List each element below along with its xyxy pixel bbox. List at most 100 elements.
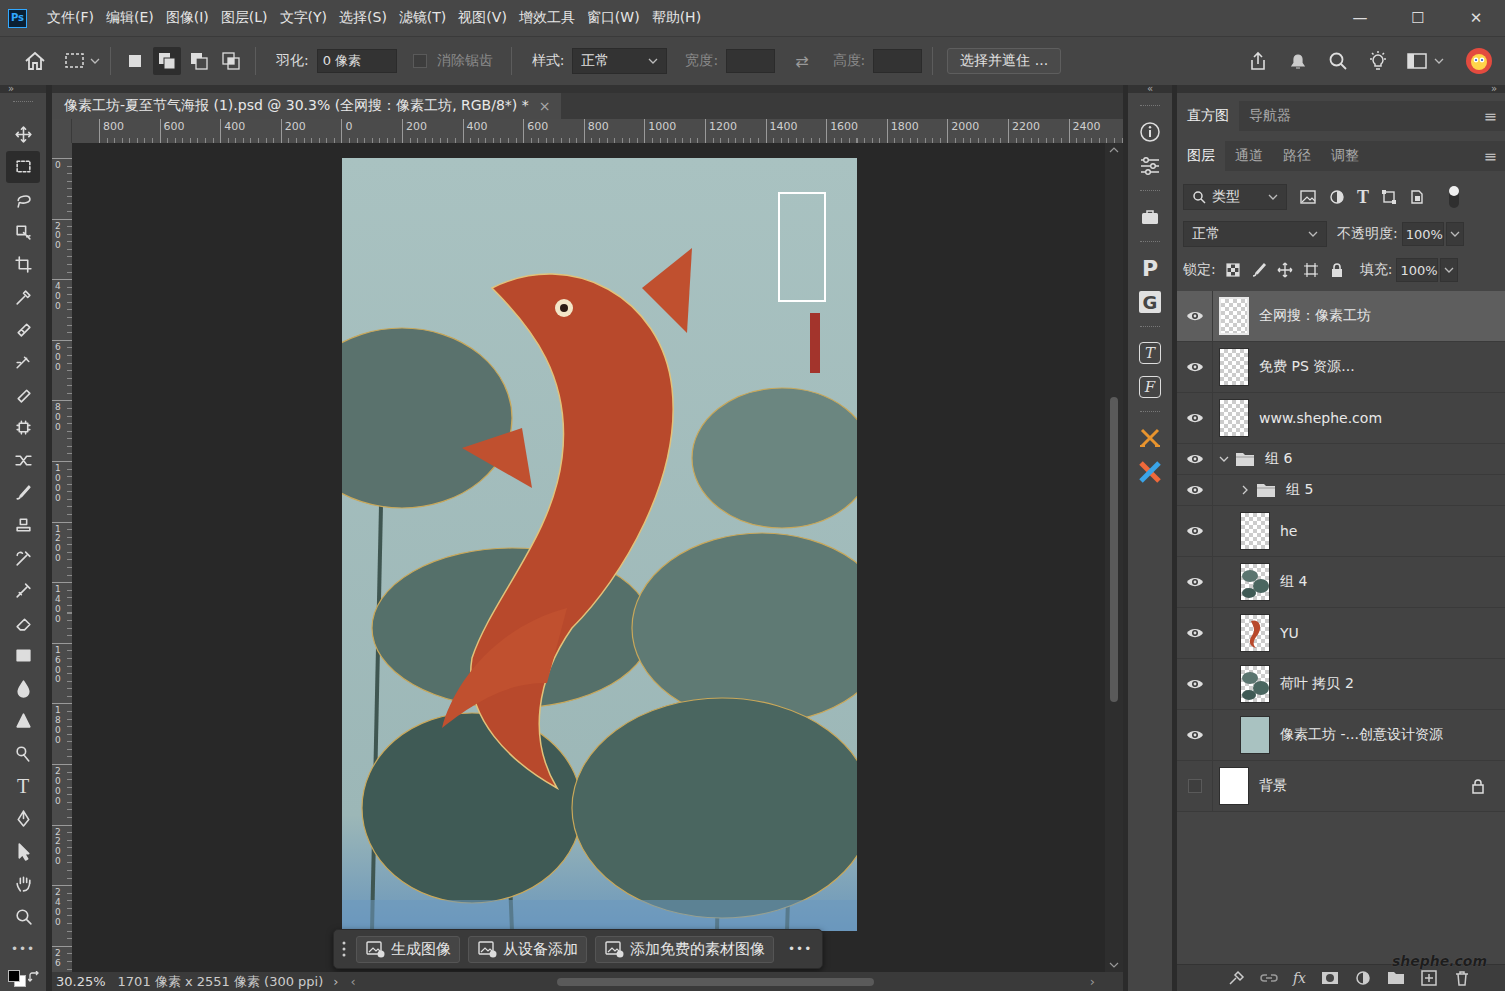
visibility-toggle[interactable] — [1177, 608, 1213, 658]
plugin-x2-button[interactable] — [1133, 455, 1167, 489]
scroll-thumb[interactable] — [1110, 397, 1118, 701]
lock-pixels-brush-icon[interactable] — [1251, 262, 1267, 278]
visibility-toggle[interactable] — [1177, 393, 1213, 443]
width-input[interactable] — [726, 49, 775, 73]
trash-icon[interactable] — [1453, 970, 1471, 986]
tool-button[interactable] — [6, 802, 40, 835]
selection-mode-button[interactable] — [185, 47, 213, 75]
swap-button[interactable]: ⇄ — [795, 52, 808, 71]
visibility-toggle[interactable] — [1177, 710, 1213, 760]
zoom-level[interactable]: 30.25% — [56, 974, 106, 989]
workspace-switcher[interactable] — [1406, 51, 1444, 71]
layer-name[interactable]: 免费 PS 资源... — [1259, 358, 1355, 376]
menu-item[interactable]: 编辑(E) — [100, 9, 160, 27]
select-and-mask-button[interactable]: 选择并遮住 ... — [947, 48, 1061, 74]
adjustment-layer-icon[interactable] — [1354, 970, 1372, 986]
tool-button[interactable] — [6, 640, 40, 673]
tool-button[interactable] — [6, 737, 40, 770]
layer-name[interactable]: 组 4 — [1280, 573, 1307, 591]
layer-row[interactable]: YU — [1177, 608, 1505, 659]
tool-button[interactable] — [6, 151, 40, 184]
contextual-button[interactable]: 添加免费的素材图像 — [595, 936, 774, 963]
antialias-checkbox[interactable] — [413, 54, 427, 68]
scroll-left-button[interactable]: ‹ — [351, 974, 356, 989]
menu-item[interactable]: 文字(Y) — [274, 9, 333, 27]
visibility-toggle[interactable] — [1177, 291, 1213, 341]
layer-name[interactable]: 组 5 — [1286, 481, 1313, 499]
tool-button[interactable] — [6, 314, 40, 347]
visibility-toggle[interactable] — [1177, 475, 1213, 505]
layer-row[interactable]: 组 5 — [1177, 475, 1505, 506]
info-panel-button[interactable] — [1133, 115, 1167, 149]
shape-filter-icon[interactable] — [1381, 189, 1397, 205]
layer-row[interactable]: 像素工坊 -...创意设计资源 — [1177, 710, 1505, 761]
panel-tab[interactable]: 调整 — [1321, 141, 1369, 171]
selection-mode-button[interactable] — [121, 47, 149, 75]
tool-button[interactable] — [6, 216, 40, 249]
properties-panel-button[interactable] — [1133, 149, 1167, 183]
contextual-button[interactable]: 生成图像 — [356, 936, 460, 963]
font-panel-button[interactable]: F — [1133, 370, 1167, 404]
layer-row[interactable]: www.shephe.com — [1177, 393, 1505, 444]
smart-object-filter-icon[interactable] — [1409, 189, 1425, 205]
lock-transparency-icon[interactable] — [1225, 262, 1241, 278]
layer-row[interactable]: 全网搜：像素工坊 — [1177, 291, 1505, 342]
filter-toggle[interactable] — [1449, 186, 1459, 208]
tool-button[interactable] — [6, 379, 40, 412]
libraries-panel-button[interactable] — [1133, 200, 1167, 234]
group-chevron-icon[interactable] — [1240, 485, 1250, 495]
layer-row[interactable]: 背景 — [1177, 761, 1505, 812]
panel-tab[interactable]: 路径 — [1273, 141, 1321, 171]
link-layers-icon[interactable] — [1260, 970, 1278, 986]
layer-row[interactable]: 组 4 — [1177, 557, 1505, 608]
tool-button[interactable] — [6, 705, 40, 738]
selection-mode-button[interactable] — [217, 47, 245, 75]
expand-panels-button[interactable]: « — [1128, 85, 1172, 93]
window-control[interactable]: ☐ — [1389, 9, 1447, 27]
selection-mode-button[interactable] — [153, 47, 181, 75]
visibility-toggle[interactable] — [1177, 659, 1213, 709]
character-panel-button[interactable]: T — [1133, 336, 1167, 370]
layer-name[interactable]: www.shephe.com — [1259, 410, 1382, 426]
layer-name[interactable]: 荷叶 拷贝 2 — [1280, 675, 1354, 693]
layer-name[interactable]: 全网搜：像素工坊 — [1259, 307, 1371, 325]
menu-item[interactable]: 视图(V) — [452, 9, 513, 27]
panel-tab[interactable]: 通道 — [1225, 141, 1273, 171]
pixel-layer-filter-icon[interactable] — [1299, 189, 1317, 205]
visibility-toggle[interactable] — [1177, 444, 1213, 474]
panel-tab[interactable]: 图层 — [1177, 141, 1225, 171]
style-dropdown[interactable]: 正常 — [572, 48, 667, 74]
layer-name[interactable]: YU — [1280, 625, 1299, 641]
menu-item[interactable]: 文件(F) — [41, 9, 100, 27]
visibility-toggle[interactable] — [1177, 761, 1213, 811]
plugin-x-button[interactable] — [1133, 421, 1167, 455]
feather-input[interactable]: 0 像素 — [317, 49, 397, 73]
group-chevron-icon[interactable] — [1219, 454, 1229, 464]
fill-slider-button[interactable] — [1440, 258, 1458, 282]
layer-row[interactable]: 组 6 — [1177, 444, 1505, 475]
menu-item[interactable]: 帮助(H) — [646, 9, 707, 27]
filter-kind-dropdown[interactable]: 类型 — [1183, 184, 1287, 210]
new-group-icon[interactable] — [1387, 970, 1405, 986]
panel-tab[interactable]: 直方图 — [1177, 101, 1239, 131]
tool-button[interactable]: T — [6, 770, 40, 803]
plugin-p-button[interactable]: P — [1133, 251, 1167, 285]
window-control[interactable]: — — [1331, 9, 1389, 27]
drag-handle-icon[interactable] — [340, 938, 348, 960]
tool-button[interactable] — [6, 574, 40, 607]
blend-mode-dropdown[interactable]: 正常 — [1183, 221, 1327, 247]
adjustment-filter-icon[interactable] — [1329, 189, 1345, 205]
height-input[interactable] — [873, 49, 922, 73]
tool-button[interactable] — [6, 444, 40, 477]
scroll-track[interactable] — [362, 978, 1084, 986]
panel-menu-button[interactable]: ≡ — [1476, 101, 1505, 131]
collapse-panels-button[interactable]: » — [1177, 85, 1505, 93]
poster-artwork[interactable] — [342, 158, 857, 931]
share-icon[interactable] — [1247, 50, 1269, 72]
document-tab[interactable]: 像素工坊-夏至节气海报 (1).psd @ 30.3% (全网搜：像素工坊, R… — [52, 93, 561, 119]
more-options-button[interactable]: ••• — [788, 942, 812, 956]
foreground-color[interactable] — [8, 970, 20, 982]
menu-item[interactable]: 增效工具 — [513, 9, 581, 27]
visibility-toggle[interactable] — [1177, 506, 1213, 556]
cleanup-brush-icon[interactable] — [1227, 970, 1245, 986]
